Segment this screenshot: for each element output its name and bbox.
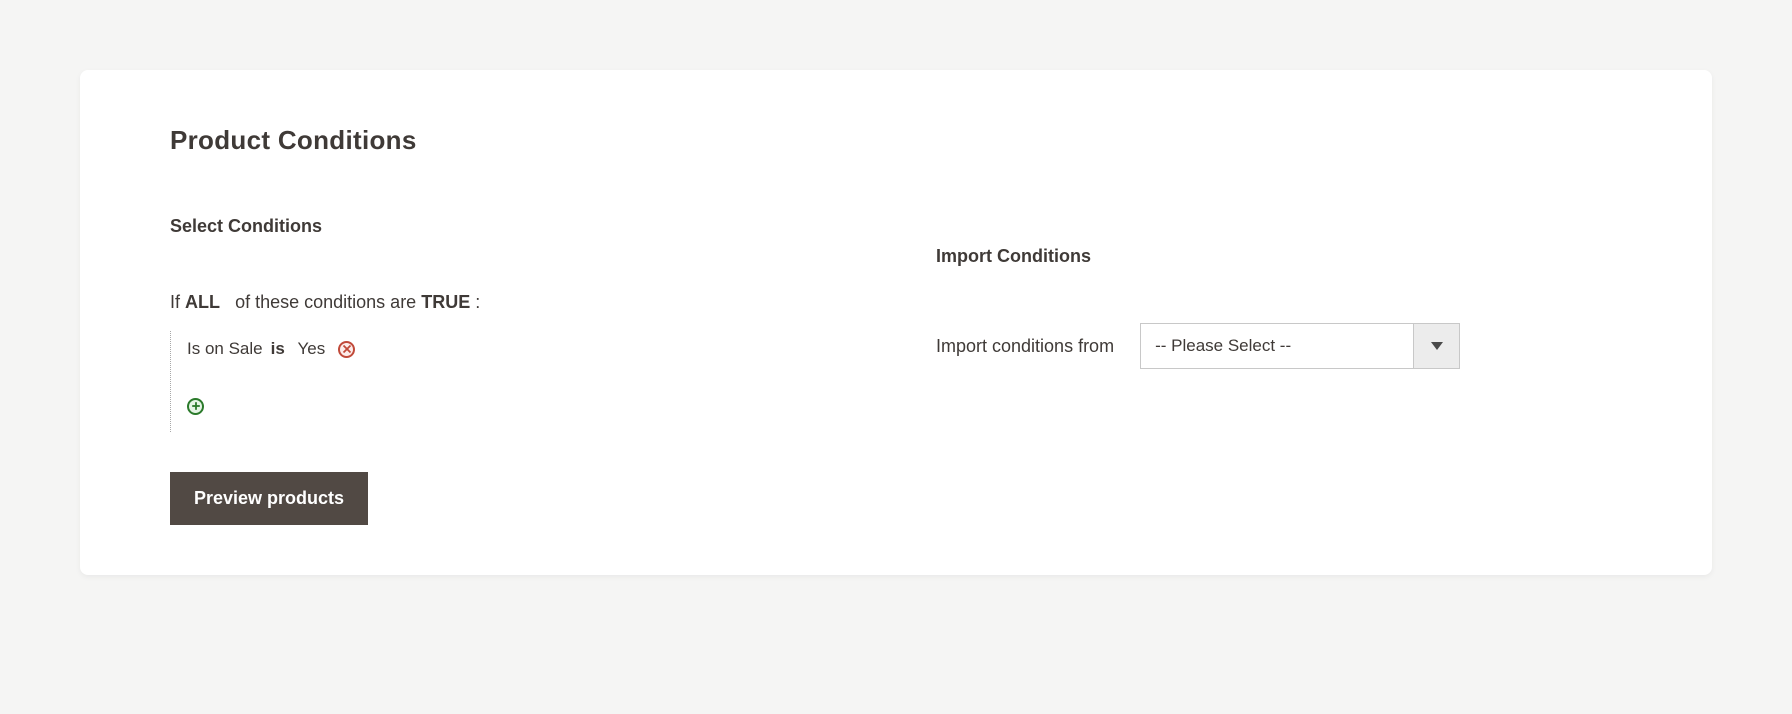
import-from-label: Import conditions from <box>936 336 1114 357</box>
condition-row: Is on Sale is Yes <box>187 339 896 359</box>
condition-block: If ALL of these conditions are TRUE : Is… <box>170 292 896 432</box>
import-conditions-title: Import Conditions <box>936 246 1622 267</box>
add-condition-icon[interactable] <box>187 398 204 415</box>
condition-operator[interactable]: is <box>271 339 285 359</box>
add-condition-row <box>187 395 896 416</box>
import-conditions-col: Import Conditions Import conditions from… <box>936 216 1622 525</box>
condition-attribute[interactable]: Is on Sale <box>187 339 263 359</box>
rule-value[interactable]: TRUE <box>421 292 470 312</box>
columns-wrap: Select Conditions If ALL of these condit… <box>170 216 1622 525</box>
section-title: Product Conditions <box>170 125 1622 156</box>
rule-mid: of these conditions are <box>235 292 416 312</box>
rule-suffix: : <box>475 292 480 312</box>
conditions-tree: Is on Sale is Yes <box>170 331 896 432</box>
chevron-down-icon <box>1413 324 1459 368</box>
preview-products-button[interactable]: Preview products <box>170 472 368 525</box>
rule-prefix: If <box>170 292 180 312</box>
condition-value[interactable]: Yes <box>298 339 326 359</box>
select-value: -- Please Select -- <box>1141 324 1413 368</box>
product-conditions-card: Product Conditions Select Conditions If … <box>80 70 1712 575</box>
rule-aggregator[interactable]: ALL <box>185 292 220 312</box>
select-conditions-title: Select Conditions <box>170 216 896 237</box>
select-conditions-col: Select Conditions If ALL of these condit… <box>170 216 896 525</box>
rule-sentence: If ALL of these conditions are TRUE : <box>170 292 896 313</box>
import-from-select[interactable]: -- Please Select -- <box>1140 323 1460 369</box>
remove-condition-icon[interactable] <box>338 341 355 358</box>
import-row: Import conditions from -- Please Select … <box>936 323 1622 369</box>
